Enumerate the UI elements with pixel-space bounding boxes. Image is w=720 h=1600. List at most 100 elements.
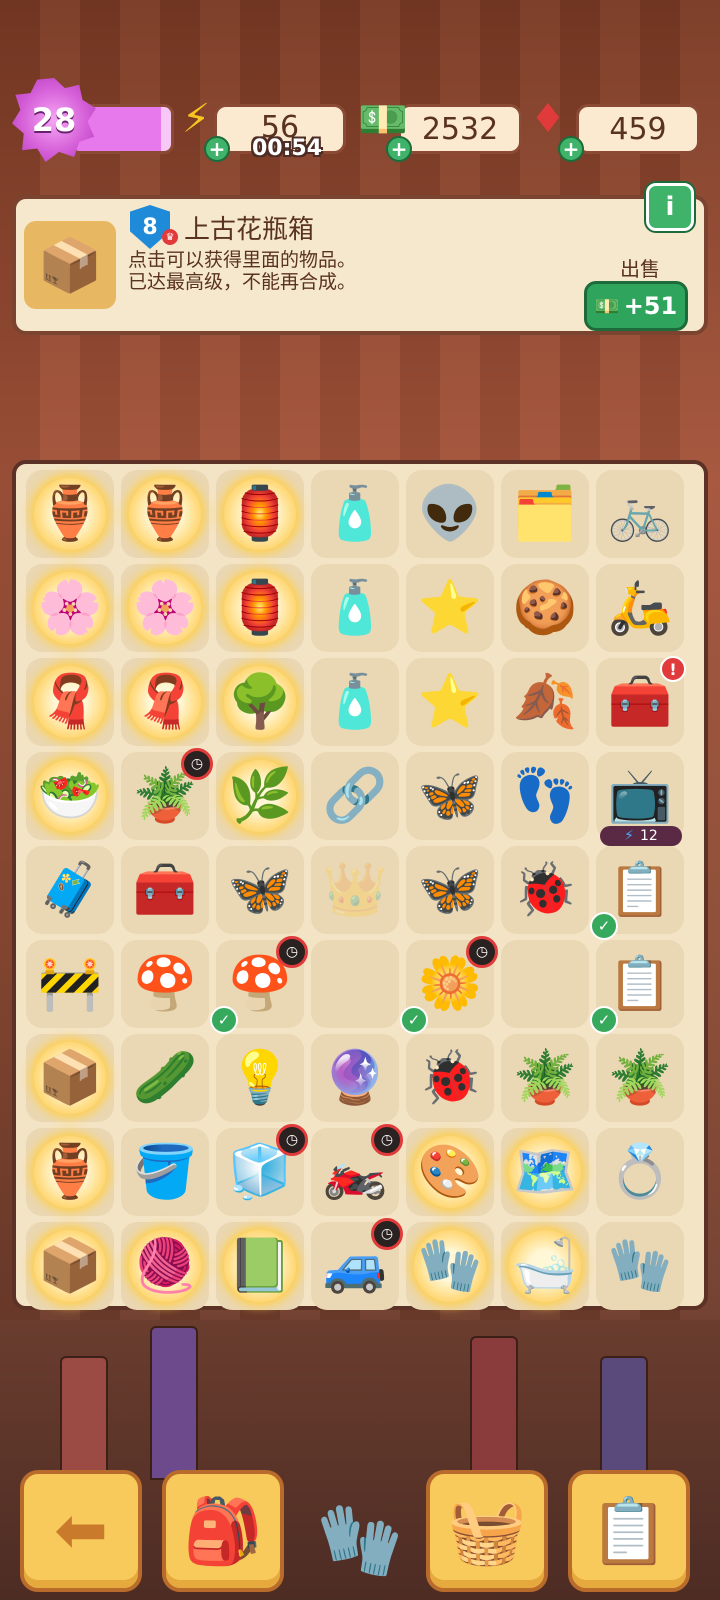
glass-mushroom-item: 🍄 [132, 954, 198, 1014]
info-button[interactable]: i [646, 183, 694, 231]
red-glove-item: 🧤 [607, 1236, 673, 1296]
board-cell[interactable]: 🏍️ ◷ [311, 1124, 403, 1216]
max-tier-crown-icon: ♛ [162, 229, 178, 245]
board-cell[interactable]: ⭐ [406, 564, 494, 652]
board-cell[interactable] [311, 940, 399, 1028]
board-cell[interactable]: 🌼 ✓ ◷ [400, 936, 498, 1034]
bubble-lantern-item: 🏮 [224, 478, 296, 550]
gem-counter[interactable]: 459 [576, 104, 700, 154]
board-cell[interactable]: 🧤 [406, 1222, 494, 1310]
board-cell[interactable]: 👣 [501, 752, 589, 840]
board-cell[interactable]: 📦 [26, 1034, 114, 1122]
board-cell[interactable]: 📋 ✓ [590, 846, 684, 940]
tasks-button[interactable]: 📋 [568, 1470, 690, 1592]
add-energy-button[interactable]: + [204, 136, 230, 162]
board-cell[interactable]: 🍄 ✓ ◷ [210, 936, 308, 1034]
board-cell[interactable]: 🌿 [216, 752, 304, 840]
board-cell[interactable]: 🌸 [121, 564, 209, 652]
board-cell[interactable] [501, 940, 589, 1028]
cash-counter[interactable]: 2532 [398, 104, 522, 154]
board-cell[interactable]: 🚲 [596, 470, 684, 558]
board-cell[interactable]: 🦋 [216, 846, 304, 934]
basket-button[interactable]: 🧺 [426, 1470, 548, 1592]
board-cell[interactable]: 🍪 [501, 564, 589, 652]
crown-silhouette-item: 👑 [322, 860, 388, 920]
board-cell[interactable]: 🦋 [406, 846, 494, 934]
board-cell[interactable]: 📦 [26, 1222, 114, 1310]
bubble-scarf-item: 🧣 [129, 666, 201, 738]
cash-value: 2532 [421, 111, 499, 147]
board-cell[interactable]: 🧤 [596, 1222, 684, 1310]
add-gems-button[interactable]: + [558, 136, 584, 162]
board-cell[interactable]: 📋 ✓ [590, 940, 684, 1034]
add-cash-button[interactable]: + [386, 136, 412, 162]
board-cell[interactable]: 🧊 ◷ [216, 1124, 308, 1216]
board-cell[interactable]: 🎨 [406, 1128, 494, 1216]
board-cell[interactable]: 🧴 [311, 470, 399, 558]
board-cell[interactable]: 🍂 [501, 658, 589, 746]
board-cell[interactable]: 🥒 [121, 1034, 209, 1122]
board-cell[interactable]: 🌸 [26, 564, 114, 652]
board-cell[interactable]: 📗 [216, 1222, 304, 1310]
board-cell[interactable]: 🚙 ◷ [311, 1218, 403, 1310]
board-cell[interactable]: 📺 ⚡ 12 [596, 752, 684, 846]
bubble-crate-item: 📦 [34, 1230, 106, 1302]
board-cell[interactable]: 💍 [596, 1128, 684, 1216]
book-decor [470, 1336, 518, 1480]
book-decor [150, 1326, 198, 1480]
bubble-bowl-item: 🥗 [34, 760, 106, 832]
board-cell[interactable]: 🛵 [596, 564, 684, 652]
board-cell[interactable]: 🧴 [311, 564, 399, 652]
board-cell[interactable]: 🐞 [406, 1034, 494, 1122]
board-cell[interactable]: 🔗 [311, 752, 399, 840]
board-cell[interactable]: 🧣 [121, 658, 209, 746]
board-cell[interactable]: 🏮 [216, 564, 304, 652]
alert-badge: ! [660, 656, 686, 682]
item-description: 点击可以获得里面的物品。 已达最高级，不能再合成。 [128, 249, 356, 293]
purple-quad-item: 🏍️ [322, 1142, 388, 1202]
lotion-bottle-item: 🧴 [322, 578, 388, 638]
board-cell[interactable]: 👑 [311, 846, 399, 934]
board-cell[interactable]: 🐞 [501, 846, 589, 934]
board-cell[interactable]: 🌳 [216, 658, 304, 746]
board-cell[interactable]: 👽 [406, 470, 494, 558]
ready-check-icon: ✓ [400, 1006, 428, 1034]
board-cell[interactable]: 🪴 [501, 1034, 589, 1122]
board-cell[interactable]: 🪴 [596, 1034, 684, 1122]
board-cell[interactable]: 🏺 [26, 470, 114, 558]
board-cell[interactable]: 🏺 [26, 1128, 114, 1216]
glove-icon[interactable]: 🧤 [310, 1490, 410, 1590]
evidence-tray-item: 🗂️ [512, 484, 578, 544]
board-cell[interactable]: 🏮 [216, 470, 304, 558]
board-cell[interactable]: 🏺 [121, 470, 209, 558]
energy-cost-value: 12 [640, 828, 658, 844]
board-cell[interactable]: 🥗 [26, 752, 114, 840]
board-cell[interactable]: 🍄 [121, 940, 209, 1028]
board-cell[interactable]: 🔮 [311, 1034, 399, 1122]
board-cell[interactable]: 🪴 ◷ [121, 748, 213, 840]
board-cell[interactable]: 🦋 [406, 752, 494, 840]
board-cell[interactable]: 🧰 [121, 846, 209, 934]
sell-label: 出售 [620, 257, 660, 281]
antique-vase-crate-icon: 📦 [24, 221, 116, 309]
board-cell[interactable]: 🧳 [26, 846, 114, 934]
sell-button[interactable]: 💵 +51 [584, 281, 688, 331]
board-cell[interactable]: 🛁 [501, 1222, 589, 1310]
board-cell[interactable]: 💡 [216, 1034, 304, 1122]
backpack-button[interactable]: 🎒 [162, 1470, 284, 1592]
board-cell[interactable]: 🪣 [121, 1128, 209, 1216]
back-button[interactable]: ⬅ [20, 1470, 142, 1592]
board-cell[interactable]: 🧶 [121, 1222, 209, 1310]
board-cell[interactable]: 🗂️ [501, 470, 589, 558]
board-cell[interactable]: 🚧 [26, 940, 114, 1028]
leafy-pot-item: 🪴 [607, 1048, 673, 1108]
board-cell[interactable]: 🧴 [311, 658, 399, 746]
board-cell[interactable]: 🧰! [596, 656, 686, 746]
ruby-icon: ♦ [530, 96, 566, 142]
bubble-paint-item: 🎨 [414, 1136, 486, 1208]
tv-generator-item: 📺 [607, 766, 673, 826]
board-cell[interactable]: 🧣 [26, 658, 114, 746]
board-cell[interactable]: 🗺️ [501, 1128, 589, 1216]
arrow-left-icon: ⬅ [54, 1494, 108, 1568]
board-cell[interactable]: ⭐ [406, 658, 494, 746]
